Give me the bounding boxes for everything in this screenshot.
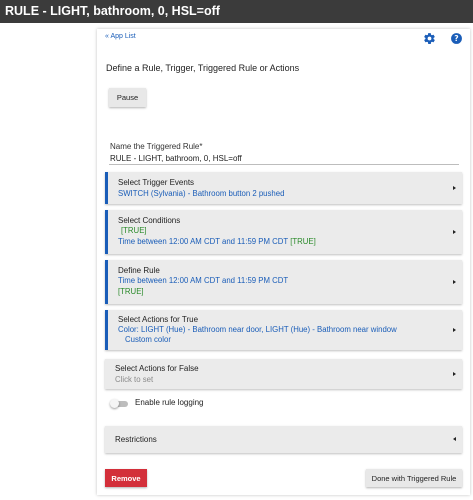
- name-field-label: Name the Triggered Rule*: [110, 142, 203, 151]
- actions-false-section[interactable]: Select Actions for False Click to set: [105, 359, 462, 389]
- actions-false-placeholder: Click to set: [115, 375, 154, 384]
- svg-text:?: ?: [454, 34, 458, 43]
- section-title: Select Actions for False: [115, 364, 199, 373]
- remove-button[interactable]: Remove: [105, 469, 147, 487]
- restrictions-section[interactable]: Restrictions: [105, 426, 462, 453]
- expand-arrow-icon: [453, 328, 456, 332]
- actions-true-detail: Custom color: [125, 335, 171, 344]
- conditions-section[interactable]: Select Conditions [TRUE] Time between 12…: [105, 210, 462, 254]
- section-title: Restrictions: [115, 435, 157, 444]
- expand-arrow-icon: [453, 372, 456, 376]
- done-button[interactable]: Done with Triggered Rule: [366, 469, 462, 487]
- trigger-events-section[interactable]: Select Trigger Events SWITCH (Sylvania) …: [105, 172, 462, 204]
- conditions-summary: Time between 12:00 AM CDT and 11:59 PM C…: [118, 237, 316, 246]
- toggle-knob: [110, 399, 119, 408]
- section-title: Select Actions for True: [118, 315, 199, 324]
- title-bar: RULE - LIGHT, bathroom, 0, HSL=off: [0, 0, 473, 23]
- section-title: Select Trigger Events: [118, 178, 195, 187]
- page-heading: Define a Rule, Trigger, Triggered Rule o…: [106, 63, 300, 73]
- pause-button[interactable]: Pause: [109, 88, 146, 107]
- help-icon[interactable]: ?: [450, 32, 463, 45]
- section-title: Select Conditions: [118, 216, 181, 225]
- actions-true-section[interactable]: Select Actions for True Color: LIGHT (Hu…: [105, 310, 462, 350]
- trigger-summary: SWITCH (Sylvania) - Bathroom button 2 pu…: [118, 189, 285, 198]
- rule-logging-toggle[interactable]: [110, 399, 129, 408]
- rule-name-input[interactable]: [109, 152, 459, 165]
- rule-status: [TRUE]: [118, 287, 144, 296]
- actions-true-summary: Color: LIGHT (Hue) - Bathroom near door,…: [118, 325, 397, 334]
- rule-summary: Time between 12:00 AM CDT and 11:59 PM C…: [118, 276, 289, 285]
- rule-logging-label: Enable rule logging: [135, 398, 204, 407]
- section-title: Define Rule: [118, 266, 160, 275]
- app-list-link[interactable]: « App List: [105, 33, 136, 40]
- window-title: RULE - LIGHT, bathroom, 0, HSL=off: [5, 4, 220, 18]
- gear-icon[interactable]: [423, 32, 436, 45]
- expand-arrow-icon: [453, 186, 456, 190]
- define-rule-section[interactable]: Define Rule Time between 12:00 AM CDT an…: [105, 260, 462, 304]
- expand-arrow-icon: [453, 280, 456, 284]
- expand-arrow-icon: [453, 230, 456, 234]
- conditions-status: [TRUE]: [121, 226, 147, 235]
- collapse-arrow-icon: [453, 437, 456, 441]
